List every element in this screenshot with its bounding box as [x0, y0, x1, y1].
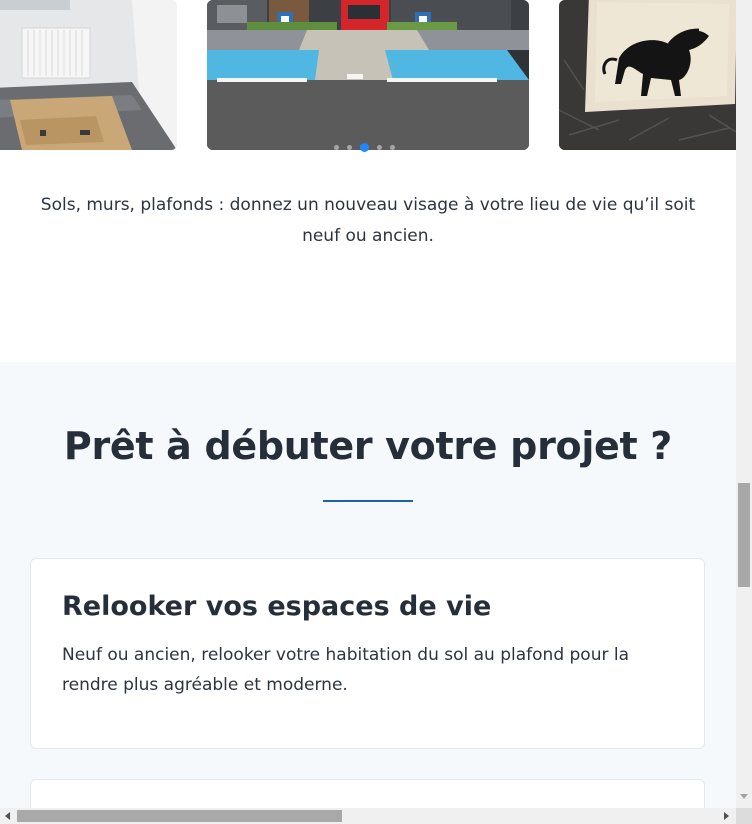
page-viewport: Sols, murs, plafonds : donnez un nouveau…: [0, 0, 736, 808]
scroll-left-arrow-icon[interactable]: [5, 812, 10, 820]
horizontal-scrollbar[interactable]: [0, 808, 752, 824]
image-carousel[interactable]: [0, 0, 736, 152]
service-card-text: Neuf ou ancien, relooker votre habitatio…: [62, 645, 630, 695]
scrollbar-corner: [736, 808, 752, 824]
carousel-dot[interactable]: [377, 145, 382, 150]
vertical-scrollbar[interactable]: [736, 0, 752, 808]
scroll-right-arrow-icon[interactable]: [724, 812, 729, 820]
cta-section: Prêt à débuter votre projet ? Relooker v…: [0, 362, 736, 808]
renovated-room-photo: [0, 0, 177, 150]
slide-accessible-parking[interactable]: [207, 0, 529, 150]
service-card[interactable]: [30, 779, 705, 808]
service-card[interactable]: Relooker vos espaces de vie Neuf ou anci…: [30, 558, 705, 749]
gallery-caption: Sols, murs, plafonds : donnez un nouveau…: [40, 195, 696, 246]
title-divider: [323, 500, 413, 502]
cta-title: Prêt à débuter votre projet ?: [63, 424, 673, 468]
carousel-dot[interactable]: [390, 145, 395, 150]
horse-painting-photo: [559, 0, 736, 150]
carousel-dot[interactable]: [347, 145, 352, 150]
service-card-title: Relooker vos espaces de vie: [62, 591, 492, 622]
horizontal-scrollbar-thumb[interactable]: [17, 810, 342, 822]
scroll-down-arrow-icon[interactable]: [740, 794, 748, 799]
carousel-dots: [334, 143, 395, 152]
vertical-scrollbar-thumb[interactable]: [738, 483, 750, 587]
accessible-parking-photo: [207, 0, 529, 150]
slide-renovated-room[interactable]: [0, 0, 177, 150]
slide-horse-painting[interactable]: [559, 0, 736, 150]
carousel-dot-active[interactable]: [360, 143, 369, 152]
carousel-dot[interactable]: [334, 145, 339, 150]
